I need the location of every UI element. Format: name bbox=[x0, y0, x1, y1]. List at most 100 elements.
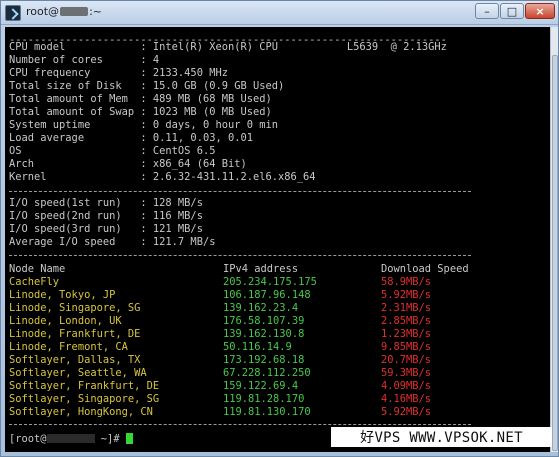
sysinfo-label: CPU model bbox=[9, 41, 135, 53]
sysinfo-value: : 2133.450 MHz bbox=[140, 67, 228, 79]
ipv4-address: 139.162.23.4 bbox=[223, 302, 299, 314]
download-speed: 2.85MB/s bbox=[381, 315, 432, 327]
download-speed: 9.85MB/s bbox=[381, 341, 432, 353]
sysinfo-value: : Intel(R) Xeon(R) CPU L5639 @ 2.13GHz bbox=[140, 41, 447, 53]
download-speed: 2.31MB/s bbox=[381, 302, 432, 314]
prompt-prefix: [root@ bbox=[9, 433, 47, 445]
download-speed: 5.92MB/s bbox=[381, 406, 432, 418]
ipv4-address: 119.81.28.170 bbox=[223, 393, 305, 405]
sysinfo-value: : 2.6.32-431.11.2.el6.x86_64 bbox=[140, 171, 316, 183]
sysinfo-label: Load average bbox=[9, 132, 135, 144]
sysinfo-row: System uptime : 0 days, 0 hour 0 min bbox=[9, 119, 278, 132]
sysinfo-value: : 1023 MB (0 MB Used) bbox=[140, 106, 272, 118]
sysinfo-row: Kernel : 2.6.32-431.11.2.el6.x86_64 bbox=[9, 171, 316, 184]
sysinfo-value: : 4 bbox=[140, 54, 160, 66]
ipv4-address: 173.192.68.18 bbox=[223, 354, 305, 366]
sysinfo-row: CPU frequency : 2133.450 MHz bbox=[9, 67, 228, 80]
ipv4-address: 50.116.14.9 bbox=[223, 341, 292, 353]
download-speed: 59.3MB/s bbox=[381, 367, 432, 379]
prompt-suffix: ~]# bbox=[94, 433, 126, 445]
sysinfo-label: System uptime bbox=[9, 119, 135, 131]
ipv4-address: 119.81.130.170 bbox=[223, 406, 311, 418]
ipv4-address: 176.58.107.39 bbox=[223, 315, 305, 327]
sysinfo-label: Kernel bbox=[9, 171, 135, 183]
sysinfo-row: CPU model : Intel(R) Xeon(R) CPU L5639 @… bbox=[9, 41, 447, 54]
download-speed: 4.09MB/s bbox=[381, 380, 432, 392]
io-row: I/O speed(3rd run) : 121 MB/s bbox=[9, 223, 203, 236]
io-label: I/O speed(2nd run) bbox=[9, 210, 135, 222]
close-button[interactable]: × bbox=[525, 3, 555, 19]
sysinfo-label: Total amount of Mem bbox=[9, 93, 135, 105]
terminal-cursor bbox=[125, 433, 133, 444]
ipv4-address: 159.122.69.4 bbox=[223, 380, 299, 392]
node-name: Linode, Frankfurt, DE bbox=[9, 328, 141, 340]
node-name: Linode, Singapore, SG bbox=[9, 302, 141, 314]
sysinfo-value: : 15.0 GB (0.9 GB Used) bbox=[140, 80, 285, 92]
header-ipv4-address: IPv4 address bbox=[223, 263, 299, 275]
download-speed: 20.7MB/s bbox=[381, 354, 432, 366]
node-name: Softlayer, HongKong, CN bbox=[9, 406, 153, 418]
io-value: : 121 MB/s bbox=[140, 223, 203, 235]
watermark: 好VPS WWW.VPSOK.NET bbox=[331, 427, 552, 447]
io-label: I/O speed(3rd run) bbox=[9, 223, 135, 235]
sysinfo-row: Total size of Disk : 15.0 GB (0.9 GB Use… bbox=[9, 80, 284, 93]
sysinfo-row: Arch : x86_64 (64 Bit) bbox=[9, 158, 247, 171]
io-row: I/O speed(2nd run) : 116 MB/s bbox=[9, 210, 203, 223]
io-label: I/O speed(1st run) bbox=[9, 197, 135, 209]
node-name: Softlayer, Frankfurt, DE bbox=[9, 380, 160, 392]
terminal-window: root@ :~ – □ × --------------------------… bbox=[0, 0, 559, 457]
io-row: I/O speed(1st run) : 128 MB/s bbox=[9, 197, 203, 210]
sysinfo-row: OS : CentOS 6.5 bbox=[9, 145, 215, 158]
ipv4-address: 139.162.130.8 bbox=[223, 328, 305, 340]
vertical-scrollbar[interactable] bbox=[550, 27, 558, 452]
ipv4-address: 106.187.96.148 bbox=[223, 289, 311, 301]
download-speed: 4.16MB/s bbox=[381, 393, 432, 405]
download-speed: 1.23MB/s bbox=[381, 328, 432, 340]
node-name: CacheFly bbox=[9, 276, 60, 288]
title-bar[interactable]: root@ :~ – □ × bbox=[1, 1, 558, 25]
io-value: : 128 MB/s bbox=[140, 197, 203, 209]
sysinfo-label: Number of cores bbox=[9, 54, 135, 66]
node-name: Linode, Fremont, CA bbox=[9, 341, 128, 353]
divider bbox=[9, 255, 471, 256]
minimize-button[interactable]: – bbox=[475, 3, 499, 19]
sysinfo-value: : 0 days, 0 hour 0 min bbox=[140, 119, 279, 131]
sysinfo-value: : CentOS 6.5 bbox=[140, 145, 216, 157]
divider bbox=[9, 424, 471, 425]
io-label: Average I/O speed bbox=[9, 236, 135, 248]
download-speed: 58.9MB/s bbox=[381, 276, 432, 288]
divider bbox=[9, 191, 471, 192]
shell-prompt[interactable]: [root@ ~]# bbox=[9, 433, 133, 446]
sysinfo-value: : 489 MB (68 MB Used) bbox=[140, 93, 272, 105]
redacted-hostname bbox=[46, 434, 95, 443]
header-download-speed: Download Speed bbox=[381, 263, 469, 275]
node-name: Softlayer, Seattle, WA bbox=[9, 367, 147, 379]
sysinfo-label: OS bbox=[9, 145, 135, 157]
sysinfo-value: : x86_64 (64 Bit) bbox=[140, 158, 247, 170]
node-name: Linode, Tokyo, JP bbox=[9, 289, 116, 301]
scrollbar-thumb[interactable] bbox=[552, 55, 558, 451]
window-title-prefix: root@ bbox=[26, 5, 60, 18]
io-value: : 121.7 MB/s bbox=[140, 236, 216, 248]
header-node-name: Node Name bbox=[9, 263, 66, 275]
window-title: root@ :~ bbox=[26, 5, 102, 18]
sysinfo-label: CPU frequency bbox=[9, 67, 135, 79]
node-name: Linode, London, UK bbox=[9, 315, 122, 327]
sysinfo-row: Total amount of Swap : 1023 MB (0 MB Use… bbox=[9, 106, 272, 119]
redacted-hostname bbox=[60, 7, 89, 16]
sysinfo-label: Total amount of Swap bbox=[9, 106, 135, 118]
sysinfo-row: Total amount of Mem : 489 MB (68 MB Used… bbox=[9, 93, 272, 106]
window-title-suffix: :~ bbox=[89, 5, 102, 18]
node-name: Softlayer, Dallas, TX bbox=[9, 354, 141, 366]
terminal-app-icon bbox=[5, 5, 21, 21]
node-name: Softlayer, Singapore, SG bbox=[9, 393, 160, 405]
sysinfo-row: Number of cores : 4 bbox=[9, 54, 159, 67]
io-row: Average I/O speed : 121.7 MB/s bbox=[9, 236, 215, 249]
sysinfo-value: : 0.11, 0.03, 0.01 bbox=[140, 132, 253, 144]
terminal-output[interactable]: ----------------------------------------… bbox=[5, 27, 550, 452]
sysinfo-row: Load average : 0.11, 0.03, 0.01 bbox=[9, 132, 253, 145]
download-speed: 5.92MB/s bbox=[381, 289, 432, 301]
maximize-button[interactable]: □ bbox=[500, 3, 524, 19]
ipv4-address: 67.228.112.250 bbox=[223, 367, 311, 379]
sysinfo-label: Total size of Disk bbox=[9, 80, 135, 92]
